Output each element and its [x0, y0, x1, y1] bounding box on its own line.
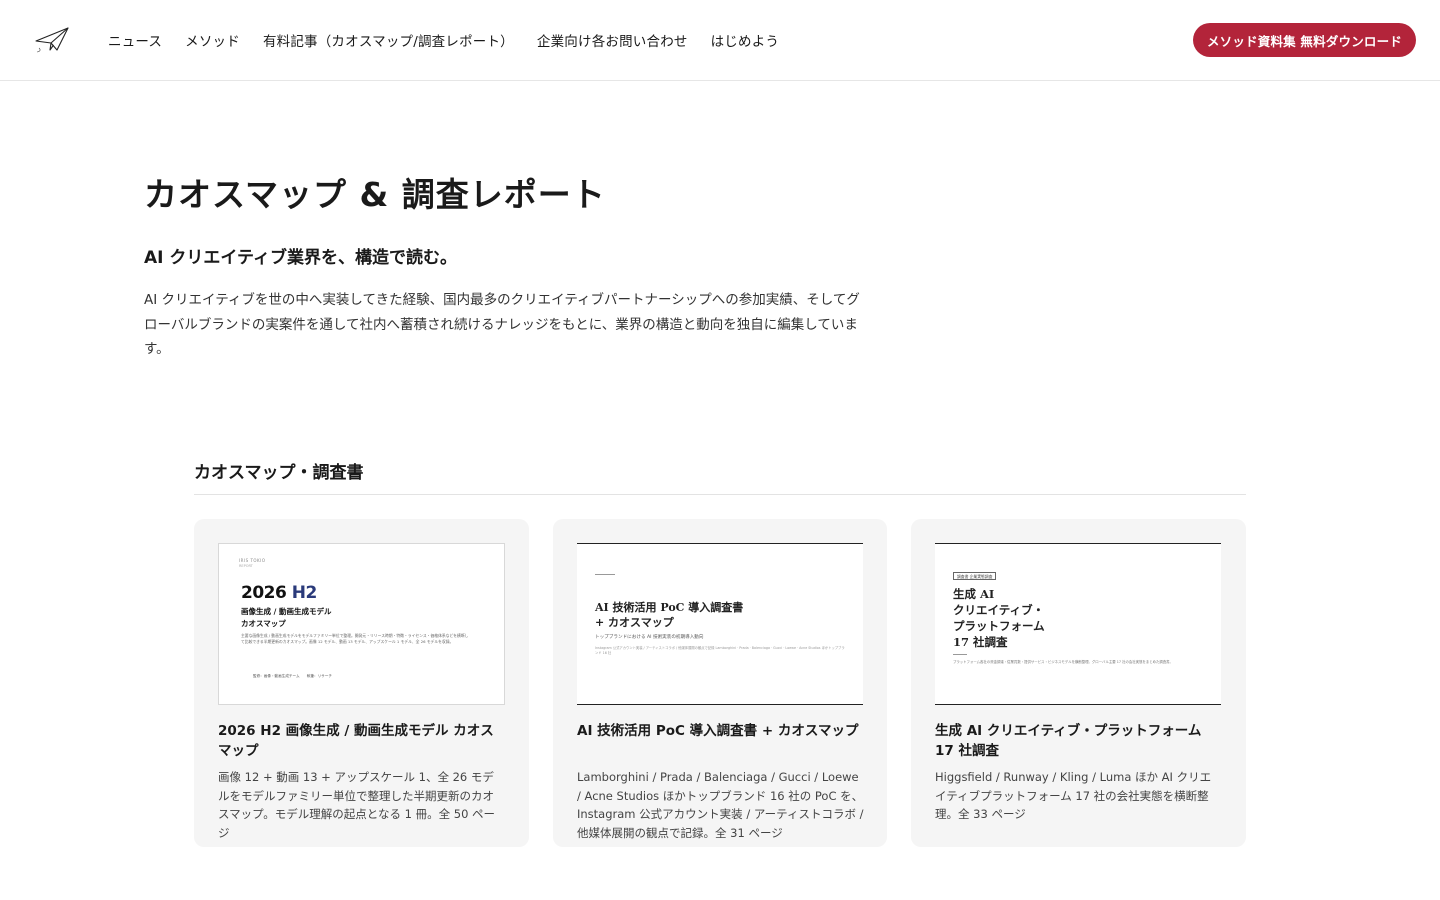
- cover-brand-sub: REPORT: [239, 564, 253, 568]
- cover-title-line: 画像生成 / 動画生成モデル: [241, 607, 332, 616]
- page-title: カオスマップ & 調査レポート: [144, 175, 606, 214]
- report-card[interactable]: 調査書 企業実態調査 生成 AI クリエイティブ・ プラットフォーム 17 社調…: [911, 519, 1246, 847]
- report-card[interactable]: AI 技術活用 PoC 導入調査書 + カオスマップ トップブランドにおける A…: [553, 519, 887, 847]
- card-title[interactable]: 生成 AI クリエイティブ・プラットフォーム 17 社調査: [935, 721, 1222, 761]
- section-title: カオスマップ・調査書: [194, 463, 364, 483]
- cover-title-line: クリエイティブ・: [953, 603, 1045, 617]
- nav-corporate-inquiry[interactable]: 企業向け各お問い合わせ: [537, 30, 688, 50]
- cover-body-text: 主要な画像生成 / 動画生成モデルをモデルファミリー単位で整理。開発元・リリース…: [241, 633, 469, 644]
- cover-title-line: カオスマップ: [241, 619, 286, 628]
- cover-title-line: + カオスマップ: [595, 616, 674, 629]
- report-cover-thumbnail[interactable]: IRIS TOKIO REPORT 2026 H2 画像生成 / 動画生成モデル…: [218, 543, 505, 705]
- cover-subtitle: トップブランドにおける AI 技術実装の初期導入動向: [595, 635, 704, 640]
- report-cover-thumbnail[interactable]: 調査書 企業実態調査 生成 AI クリエイティブ・ プラットフォーム 17 社調…: [935, 543, 1221, 705]
- report-card[interactable]: IRIS TOKIO REPORT 2026 H2 画像生成 / 動画生成モデル…: [194, 519, 529, 847]
- nav-paid-articles[interactable]: 有料記事（カオスマップ/調査レポート）: [263, 30, 514, 50]
- page-subtitle: AI クリエイティブ業界を、構造で読む。: [144, 248, 458, 268]
- cover-tag: 調査書 企業実態調査: [953, 572, 997, 580]
- page-description: AI クリエイティブを世の中へ実装してきた経験、国内最多のクリエイティブパートナ…: [144, 292, 860, 357]
- main-nav: ニュース メソッド 有料記事（カオスマップ/調査レポート） 企業向け各お問い合わ…: [108, 0, 802, 80]
- cover-brand: IRIS TOKIO: [239, 558, 266, 563]
- card-description: Lamborghini / Prada / Balenciaga / Gucci…: [577, 770, 864, 840]
- cover-divider: [595, 574, 615, 575]
- cover-title-line: 17 社調査: [953, 635, 1008, 649]
- download-materials-button[interactable]: メソッド資料集 無料ダウンロード: [1193, 23, 1416, 57]
- nav-news[interactable]: ニュース: [108, 30, 162, 50]
- cover-divider: [953, 654, 967, 655]
- cover-title-line: プラットフォーム: [953, 619, 1045, 633]
- cover-title-line: 生成 AI: [953, 587, 995, 601]
- card-description: 画像 12 + 動画 13 + アップスケール 1、全 26 モデルをモデルファ…: [218, 770, 496, 840]
- cover-year-half: H2: [291, 583, 318, 603]
- card-description: Higgsfield / Runway / Kling / Luma ほか AI…: [935, 770, 1212, 821]
- section-divider: [194, 494, 1246, 495]
- cover-small-text: Instagram 公式アカウント実装 / アーティストコラボ / 他媒体展開の…: [595, 646, 845, 656]
- site-header: ニュース メソッド 有料記事（カオスマップ/調査レポート） 企業向け各お問い合わ…: [0, 0, 1440, 81]
- cover-footer: 監修：画像・動画生成チーム 執筆：リサーチ: [253, 674, 332, 678]
- cover-small-text: プラットフォーム各社の資金調達・従業員数・提供サービス・ビジネスモデルを横断整理…: [953, 660, 1173, 664]
- paper-plane-icon[interactable]: [34, 24, 70, 54]
- card-title[interactable]: 2026 H2 画像生成 / 動画生成モデル カオスマップ: [218, 721, 505, 761]
- cover-year-number: 2026: [241, 583, 287, 603]
- card-title[interactable]: AI 技術活用 PoC 導入調査書 + カオスマップ: [577, 721, 864, 741]
- cover-year: 2026 H2: [241, 583, 317, 603]
- report-cover-thumbnail[interactable]: AI 技術活用 PoC 導入調査書 + カオスマップ トップブランドにおける A…: [577, 543, 863, 705]
- nav-method[interactable]: メソッド: [185, 30, 240, 50]
- nav-get-started[interactable]: はじめよう: [711, 30, 780, 50]
- cover-title-line: AI 技術活用 PoC 導入調査書: [595, 601, 744, 614]
